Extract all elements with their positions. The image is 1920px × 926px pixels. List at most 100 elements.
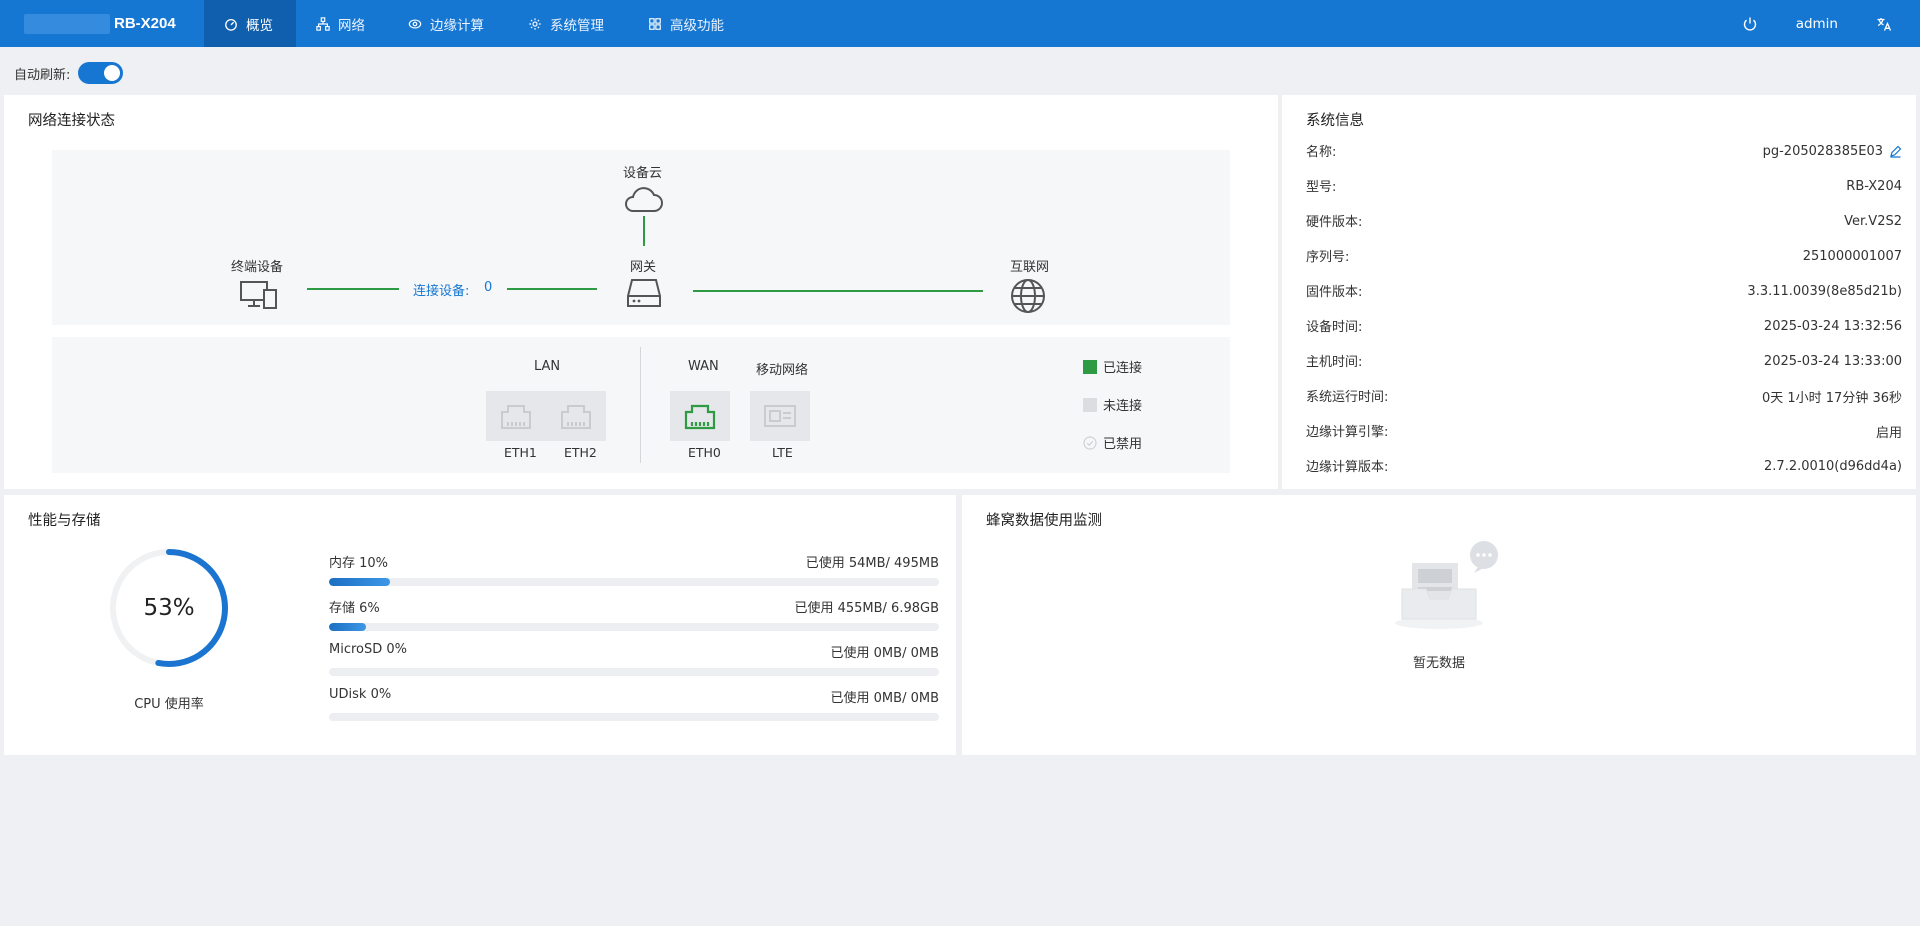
- device-name-value: pg-205028385E03: [1762, 143, 1883, 159]
- auto-refresh-toggle[interactable]: [78, 62, 124, 84]
- legend-connected: 已连接: [1083, 357, 1142, 376]
- info-value: 251000001007: [1802, 248, 1902, 264]
- cellular-usage-card: 蜂窝数据使用监测 暂无数据: [962, 495, 1916, 755]
- nav-system-management[interactable]: 系统管理: [508, 0, 624, 47]
- info-key: 主机时间:: [1306, 355, 1363, 370]
- info-value: RB-X204: [1846, 178, 1902, 194]
- info-row-edge-engine: 边缘计算引擎: 启用: [1306, 421, 1902, 441]
- port-lte-name: LTE: [772, 445, 793, 460]
- legend-disabled-label: 已禁用: [1103, 437, 1143, 452]
- empty-state-text: 暂无数据: [1412, 656, 1465, 671]
- storage-usage: 已使用 455MB/ 6.98GB: [794, 601, 939, 616]
- info-key: 边缘计算引擎:: [1306, 425, 1389, 440]
- cloud-label: 设备云: [623, 166, 663, 181]
- user-name[interactable]: admin: [1796, 16, 1838, 32]
- storage-label: UDisk 0%: [329, 687, 392, 702]
- info-value: Ver.V2S2: [1844, 213, 1902, 229]
- device-model-title: RB-X204: [114, 15, 176, 32]
- lan-label: LAN: [534, 359, 561, 374]
- cellular-title: 蜂窝数据使用监测: [986, 513, 1102, 529]
- port-eth1[interactable]: [486, 391, 546, 441]
- info-key: 边缘计算版本:: [1306, 460, 1389, 475]
- progress-track: [329, 713, 939, 721]
- toggle-knob: [104, 65, 121, 81]
- info-key: 设备时间:: [1306, 320, 1363, 335]
- progress-track: [329, 623, 939, 631]
- port-eth0-name: ETH0: [688, 445, 721, 460]
- info-value: pg-205028385E03: [1763, 141, 1902, 161]
- connected-devices-label[interactable]: 连接设备:: [413, 280, 469, 299]
- port-eth2[interactable]: [546, 391, 606, 441]
- nav-overview[interactable]: 概览: [204, 0, 296, 47]
- progress-fill: [329, 578, 390, 586]
- connected-devices-count[interactable]: 0: [484, 280, 492, 295]
- translate-icon: [1877, 17, 1892, 31]
- nav-edge-computing[interactable]: 边缘计算: [388, 0, 504, 47]
- gear-icon: [529, 17, 541, 30]
- network-status-card: 网络连接状态 设备云 终端设备 连接设备: 0 网关 互联网 LAN ETH1 …: [4, 95, 1278, 489]
- progress-track: [329, 668, 939, 676]
- port-eth0[interactable]: [670, 391, 730, 441]
- info-row-uptime: 系统运行时间: 0天 1小时 17分钟 36秒: [1306, 386, 1902, 406]
- terminal-label: 终端设备: [231, 260, 284, 275]
- top-navbar: RB-X204 概览 网络 边缘计算 系统管理 高级功能 admin: [0, 0, 1920, 47]
- ports-panel: LAN ETH1 ETH2 WAN 移动网络 ETH0 LTE 已连接 未连接: [52, 337, 1230, 473]
- mobile-network-label: 移动网络: [756, 363, 809, 378]
- storage-label: 内存 10%: [329, 556, 389, 571]
- globe-icon[interactable]: [1010, 278, 1046, 314]
- wan-label: WAN: [688, 359, 719, 374]
- edge-icon: [408, 18, 422, 29]
- info-value: 2025-03-24 13:32:56: [1763, 318, 1902, 334]
- gateway-icon[interactable]: [626, 278, 662, 308]
- info-row-edge-version: 边缘计算版本: 2.7.2.0010(d96dd4a): [1306, 456, 1902, 476]
- progress-track: [329, 578, 939, 586]
- grid-icon: [649, 17, 661, 30]
- storage-usage: 已使用 0MB/ 0MB: [830, 646, 939, 661]
- terminal-devices-icon[interactable]: [240, 280, 278, 310]
- info-value: 启用: [1875, 425, 1902, 441]
- legend-disconnected: 未连接: [1083, 395, 1142, 414]
- info-row-serial: 序列号: 251000001007: [1306, 246, 1902, 266]
- info-value: 0天 1小时 17分钟 36秒: [1761, 390, 1902, 406]
- auto-refresh-label: 自动刷新:: [14, 67, 71, 83]
- nav-advanced[interactable]: 高级功能: [628, 0, 744, 47]
- info-row-hardware: 硬件版本: Ver.V2S2: [1306, 211, 1902, 231]
- ethernet-port-icon: [561, 405, 591, 429]
- dashboard-icon: [225, 18, 237, 31]
- nav-network[interactable]: 网络: [296, 0, 385, 47]
- edit-pencil-icon[interactable]: [1889, 145, 1902, 158]
- port-lte[interactable]: [750, 391, 810, 441]
- terminal-link-line-left: [307, 288, 399, 290]
- cloud-icon[interactable]: [622, 185, 664, 213]
- network-icon: [316, 16, 330, 31]
- power-button[interactable]: [1730, 16, 1770, 32]
- info-value: 2.7.2.0010(d96dd4a): [1764, 458, 1902, 474]
- ethernet-port-connected-icon: [684, 404, 716, 430]
- storage-row-memory: 内存 10% 已使用 54MB/ 495MB: [329, 552, 939, 586]
- nav-label: 系统管理: [550, 17, 604, 34]
- info-key: 硬件版本:: [1306, 215, 1363, 230]
- info-row-device-time: 设备时间: 2025-03-24 13:32:56: [1306, 316, 1902, 336]
- cpu-usage-label: CPU 使用率: [134, 697, 204, 712]
- storage-row-microsd: MicroSD 0% 已使用 0MB/ 0MB: [329, 642, 939, 676]
- info-key: 型号:: [1306, 180, 1337, 195]
- topology-panel: 设备云 终端设备 连接设备: 0 网关 互联网: [52, 150, 1230, 325]
- storage-usage: 已使用 54MB/ 495MB: [805, 556, 939, 571]
- info-key: 固件版本:: [1306, 285, 1363, 300]
- storage-usage: 已使用 0MB/ 0MB: [830, 691, 939, 706]
- system-info-card: 系统信息 名称: pg-205028385E03 型号: RB-X204 硬件版…: [1282, 95, 1916, 489]
- nav-label: 高级功能: [670, 17, 724, 34]
- brand: RB-X204: [24, 0, 204, 47]
- storage-row-udisk: UDisk 0% 已使用 0MB/ 0MB: [329, 687, 939, 721]
- nav-label: 概览: [246, 17, 273, 34]
- power-icon: [1743, 17, 1756, 31]
- port-eth2-name: ETH2: [564, 445, 597, 460]
- internet-link-line: [693, 290, 983, 292]
- terminal-link-line-right: [507, 288, 597, 290]
- language-button[interactable]: [1864, 16, 1904, 32]
- info-key: 序列号:: [1306, 250, 1350, 265]
- internet-label: 互联网: [1010, 260, 1050, 275]
- disabled-check-icon: [1083, 435, 1097, 450]
- auto-refresh: 自动刷新:: [14, 62, 124, 84]
- connected-swatch: [1083, 359, 1097, 374]
